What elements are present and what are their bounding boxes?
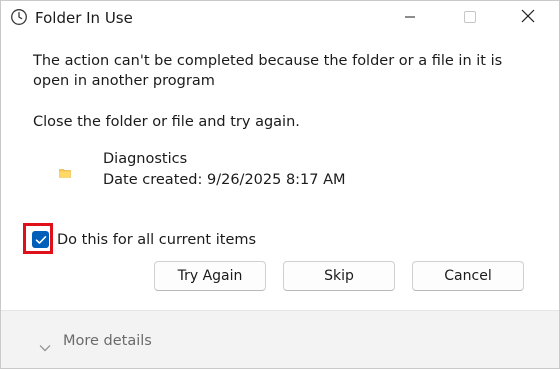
apply-all-checkbox[interactable] [32, 231, 49, 248]
title-bar[interactable]: Folder In Use [1, 1, 559, 35]
maximize-icon [464, 8, 476, 27]
folder-in-use-dialog: Folder In Use The action can't be comple… [0, 0, 560, 369]
checkmark-icon [35, 230, 47, 249]
item-name: Diagnostics [103, 151, 188, 167]
more-details-toggle[interactable]: More details [63, 331, 152, 351]
window-title: Folder In Use [35, 9, 133, 27]
clock-icon [10, 8, 28, 26]
close-button[interactable] [505, 1, 551, 33]
item-date-created: Date created: 9/26/2025 8:17 AM [103, 172, 346, 188]
close-icon [521, 8, 535, 27]
maximize-button [447, 1, 493, 33]
skip-button[interactable]: Skip [283, 261, 395, 291]
chevron-down-icon[interactable] [39, 337, 51, 352]
minimize-button[interactable] [387, 1, 433, 33]
dialog-content: The action can't be completed because th… [1, 35, 559, 310]
cancel-button[interactable]: Cancel [412, 261, 524, 291]
error-message: The action can't be completed because th… [33, 53, 503, 89]
try-again-button[interactable]: Try Again [154, 261, 266, 291]
instruction-text: Close the folder or file and try again. [33, 114, 300, 130]
apply-all-label[interactable]: Do this for all current items [57, 230, 256, 250]
minimize-icon [404, 8, 416, 27]
folder-icon [59, 163, 71, 178]
details-footer: More details [1, 310, 559, 368]
